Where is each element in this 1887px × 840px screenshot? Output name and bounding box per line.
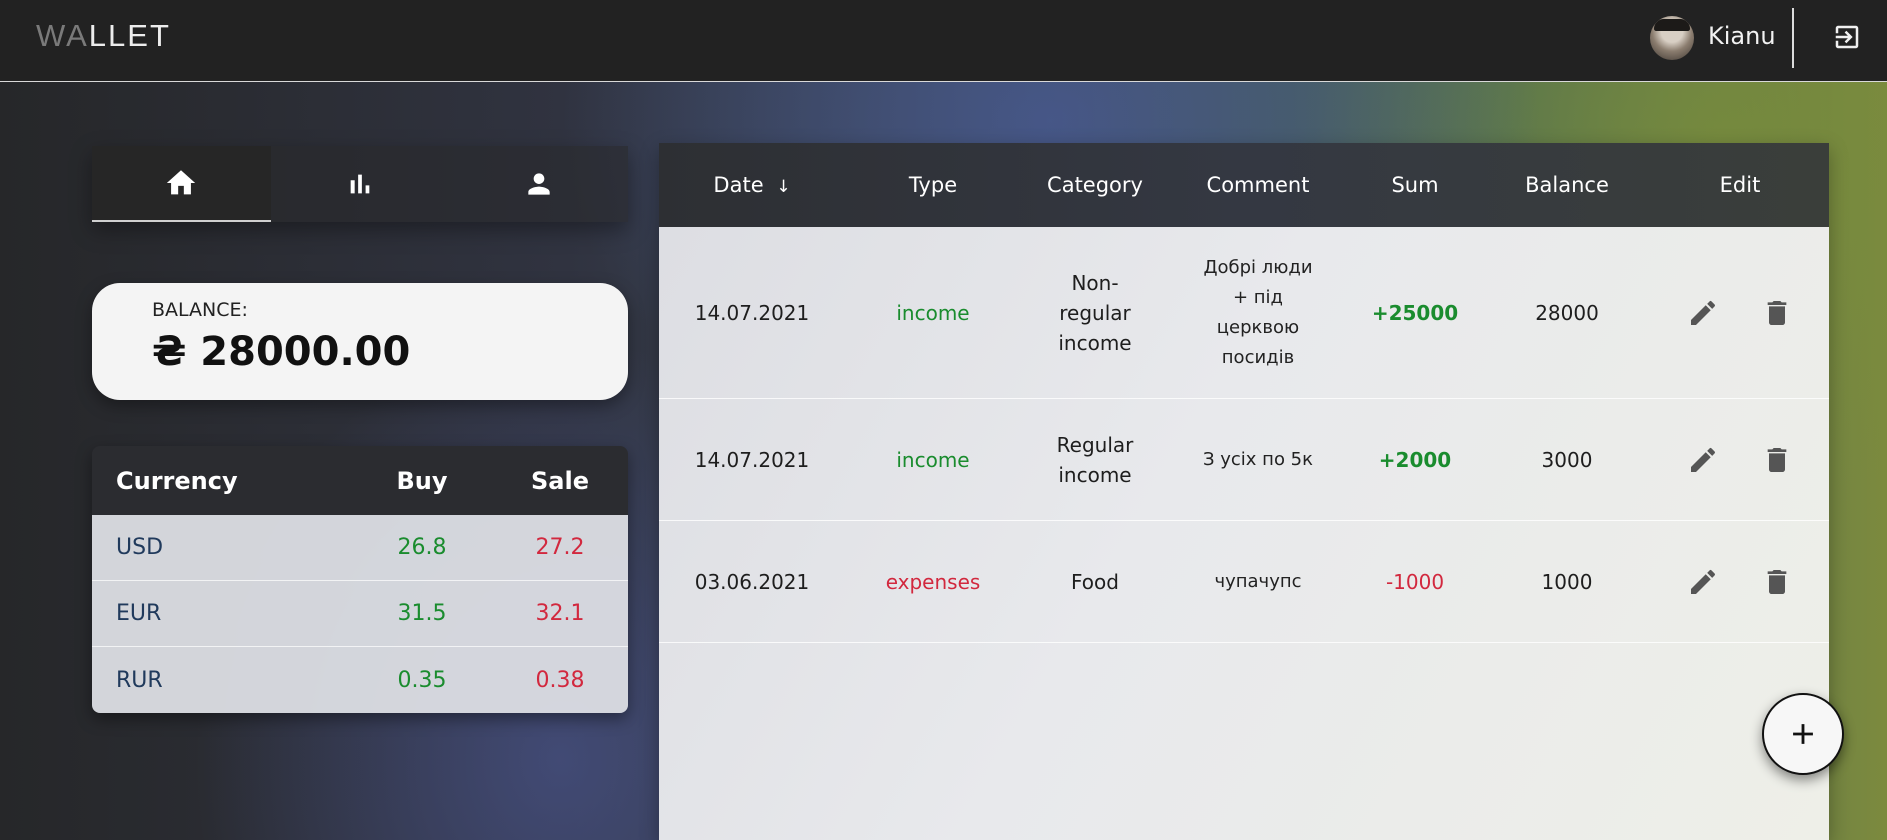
currency-name: USD <box>116 535 164 560</box>
currency-header: Currency Buy Sale <box>92 446 628 515</box>
user-icon <box>528 173 550 195</box>
currency-sale: 0.38 <box>535 667 585 693</box>
sale-col-header: Sale <box>531 466 589 495</box>
tab-profile[interactable] <box>449 146 628 222</box>
row-balance: 1000 <box>1541 569 1593 594</box>
currency-name: EUR <box>116 601 162 626</box>
delete-button[interactable] <box>1760 443 1794 477</box>
row-category: Regular income <box>1056 432 1134 487</box>
currency-row: EUR 31.5 32.1 <box>92 581 628 647</box>
row-actions <box>1651 565 1829 599</box>
delete-button[interactable] <box>1760 565 1794 599</box>
top-bar: WALLET Kianu <box>0 0 1887 82</box>
date-column-header[interactable]: Date ↓ <box>659 173 845 197</box>
trash-icon <box>1767 447 1787 472</box>
type-column-header: Type <box>908 173 958 197</box>
plus-icon <box>1793 724 1813 744</box>
row-date: 03.06.2021 <box>694 569 810 594</box>
table-row: 14.07.2021 income Regular income З усіх … <box>659 399 1829 521</box>
currency-sale: 32.1 <box>535 601 585 626</box>
trash-icon <box>1767 569 1787 594</box>
row-sum: +2000 <box>1378 447 1452 472</box>
pencil-icon <box>1691 569 1716 594</box>
currency-sale: 27.2 <box>535 535 585 560</box>
balance-amount: ₴ 28000.00 <box>152 329 411 375</box>
transactions-header: Date ↓ Type Category Comment Sum Balance… <box>659 143 1829 227</box>
currency-name: RUR <box>116 667 163 693</box>
row-category: Food <box>1071 569 1119 594</box>
table-row: 03.06.2021 expenses Food чупачупс -1000 … <box>659 521 1829 643</box>
row-date: 14.07.2021 <box>694 300 810 325</box>
row-comment: чупачупс <box>1214 570 1302 592</box>
currency-col-header: Currency <box>116 466 238 495</box>
row-type: income <box>896 300 970 325</box>
logout-button[interactable] <box>1830 20 1864 54</box>
currency-buy: 26.8 <box>397 535 447 560</box>
balance-card: BALANCE: ₴ 28000.00 <box>92 283 628 400</box>
table-row: 14.07.2021 income Non- regular income До… <box>659 227 1829 399</box>
nav-tabs <box>92 146 628 222</box>
tab-statistics[interactable] <box>271 146 450 222</box>
row-type: income <box>896 447 970 472</box>
pencil-icon <box>1691 447 1716 472</box>
header-divider <box>1792 8 1794 68</box>
category-column-header: Category <box>1047 173 1143 197</box>
pencil-icon <box>1691 300 1716 325</box>
row-sum: -1000 <box>1385 569 1445 594</box>
edit-column-header: Edit <box>1719 173 1761 197</box>
row-actions <box>1651 443 1829 477</box>
avatar[interactable] <box>1650 16 1694 60</box>
row-comment: Добрі люди + під церквою посидів <box>1203 256 1313 368</box>
row-comment: З усіх по 5к <box>1202 448 1313 470</box>
username: Kianu <box>1708 22 1776 50</box>
balance-column-header: Balance <box>1525 173 1609 197</box>
row-balance: 28000 <box>1535 300 1599 325</box>
app-logo[interactable]: WALLET <box>36 18 171 54</box>
row-category: Non- regular income <box>1058 270 1132 355</box>
delete-button[interactable] <box>1760 296 1794 330</box>
comment-column-header: Comment <box>1206 173 1310 197</box>
trash-icon <box>1767 300 1787 325</box>
row-date: 14.07.2021 <box>694 447 810 472</box>
row-type: expenses <box>885 569 981 594</box>
currency-row: RUR 0.35 0.38 <box>92 647 628 713</box>
tab-home[interactable] <box>92 146 271 222</box>
sum-column-header: Sum <box>1391 173 1439 197</box>
logout-icon <box>1835 25 1859 49</box>
balance-label: BALANCE: <box>152 299 248 321</box>
transactions-table: Date ↓ Type Category Comment Sum Balance… <box>659 143 1829 840</box>
row-balance: 3000 <box>1541 447 1593 472</box>
bar-chart-icon <box>350 174 370 194</box>
add-transaction-button[interactable] <box>1762 693 1844 775</box>
edit-button[interactable] <box>1686 296 1720 330</box>
edit-button[interactable] <box>1686 443 1720 477</box>
home-icon <box>167 170 196 195</box>
row-actions <box>1651 296 1829 330</box>
sort-desc-icon: ↓ <box>776 177 791 197</box>
currency-buy: 0.35 <box>397 667 447 693</box>
currency-row: USD 26.8 27.2 <box>92 515 628 581</box>
buy-col-header: Buy <box>396 466 448 495</box>
edit-button[interactable] <box>1686 565 1720 599</box>
currency-table: Currency Buy Sale USD 26.8 27.2 EUR 31.5… <box>92 446 628 713</box>
currency-buy: 31.5 <box>397 601 447 626</box>
row-sum: +25000 <box>1371 300 1459 325</box>
